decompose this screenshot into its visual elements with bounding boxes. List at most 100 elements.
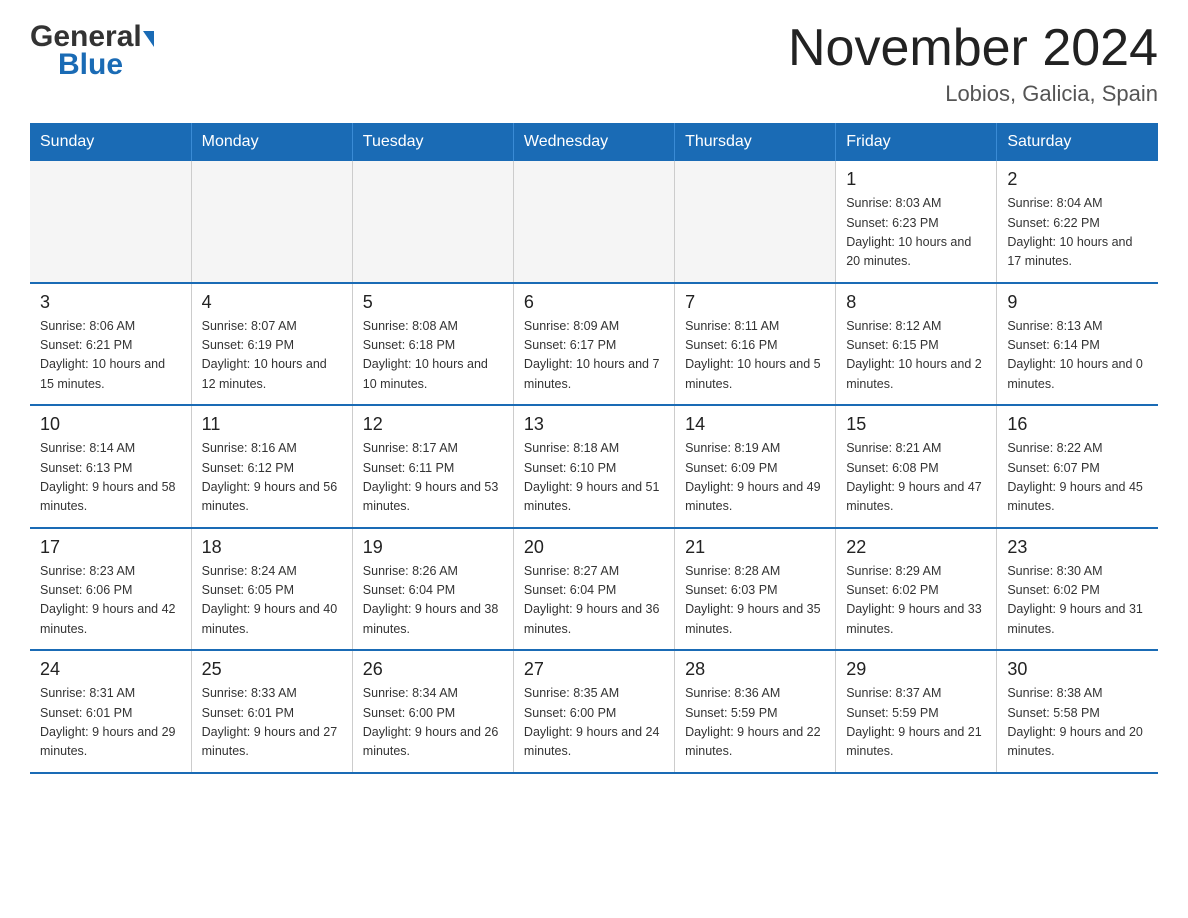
weekday-header-row: SundayMondayTuesdayWednesdayThursdayFrid… <box>30 123 1158 161</box>
logo: General Blue <box>30 20 154 82</box>
calendar-cell: 4 Sunrise: 8:07 AMSunset: 6:19 PMDaylight… <box>191 283 352 406</box>
day-number: 12 <box>363 414 503 435</box>
day-info: Sunrise: 8:07 AMSunset: 6:19 PMDaylight:… <box>202 317 342 395</box>
day-number: 28 <box>685 659 825 680</box>
day-number: 9 <box>1007 292 1148 313</box>
month-title: November 2024 <box>788 20 1158 77</box>
day-number: 8 <box>846 292 986 313</box>
day-number: 22 <box>846 537 986 558</box>
calendar-cell <box>675 161 836 283</box>
calendar-cell: 19Sunrise: 8:26 AMSunset: 6:04 PMDayligh… <box>352 528 513 651</box>
day-number: 27 <box>524 659 664 680</box>
calendar-cell: 16Sunrise: 8:22 AMSunset: 6:07 PMDayligh… <box>997 405 1158 528</box>
calendar-cell: 7 Sunrise: 8:11 AMSunset: 6:16 PMDaylight… <box>675 283 836 406</box>
day-info: Sunrise: 8:29 AMSunset: 6:02 PMDaylight:… <box>846 562 986 640</box>
calendar-cell: 23 Sunrise: 8:30 AMSunset: 6:02 PMDayligh… <box>997 528 1158 651</box>
weekday-header-saturday: Saturday <box>997 123 1158 161</box>
day-info: Sunrise: 8:13 AMSunset: 6:14 PMDaylight:… <box>1007 317 1148 395</box>
calendar-cell: 26 Sunrise: 8:34 AMSunset: 6:00 PMDayligh… <box>352 650 513 773</box>
calendar-cell: 27 Sunrise: 8:35 AMSunset: 6:00 PMDayligh… <box>513 650 674 773</box>
day-info: Sunrise: 8:11 AMSunset: 6:16 PMDaylight:… <box>685 317 825 395</box>
day-info: Sunrise: 8:12 AMSunset: 6:15 PMDaylight:… <box>846 317 986 395</box>
day-info: Sunrise: 8:04 AMSunset: 6:22 PMDaylight:… <box>1007 194 1148 272</box>
calendar-cell: 25 Sunrise: 8:33 AMSunset: 6:01 PMDayligh… <box>191 650 352 773</box>
logo-blue-text: Blue <box>30 48 123 82</box>
day-info: Sunrise: 8:33 AMSunset: 6:01 PMDaylight:… <box>202 684 342 762</box>
weekday-header-thursday: Thursday <box>675 123 836 161</box>
calendar-cell: 24 Sunrise: 8:31 AMSunset: 6:01 PMDayligh… <box>30 650 191 773</box>
day-number: 18 <box>202 537 342 558</box>
day-info: Sunrise: 8:37 AMSunset: 5:59 PMDaylight:… <box>846 684 986 762</box>
day-number: 19 <box>363 537 503 558</box>
day-number: 17 <box>40 537 181 558</box>
calendar-cell: 13 Sunrise: 8:18 AMSunset: 6:10 PMDayligh… <box>513 405 674 528</box>
location-subtitle: Lobios, Galicia, Spain <box>788 81 1158 107</box>
calendar-cell: 30 Sunrise: 8:38 AMSunset: 5:58 PMDayligh… <box>997 650 1158 773</box>
calendar-cell: 1Sunrise: 8:03 AMSunset: 6:23 PMDaylight… <box>836 161 997 283</box>
weekday-header-monday: Monday <box>191 123 352 161</box>
day-number: 29 <box>846 659 986 680</box>
day-info: Sunrise: 8:06 AMSunset: 6:21 PMDaylight:… <box>40 317 181 395</box>
day-info: Sunrise: 8:21 AMSunset: 6:08 PMDaylight:… <box>846 439 986 517</box>
day-info: Sunrise: 8:09 AMSunset: 6:17 PMDaylight:… <box>524 317 664 395</box>
day-number: 6 <box>524 292 664 313</box>
calendar-cell: 17Sunrise: 8:23 AMSunset: 6:06 PMDayligh… <box>30 528 191 651</box>
day-number: 24 <box>40 659 181 680</box>
calendar-week-5: 24 Sunrise: 8:31 AMSunset: 6:01 PMDayligh… <box>30 650 1158 773</box>
day-info: Sunrise: 8:18 AMSunset: 6:10 PMDaylight:… <box>524 439 664 517</box>
day-info: Sunrise: 8:19 AMSunset: 6:09 PMDaylight:… <box>685 439 825 517</box>
calendar-cell: 18 Sunrise: 8:24 AMSunset: 6:05 PMDayligh… <box>191 528 352 651</box>
calendar-week-3: 10Sunrise: 8:14 AMSunset: 6:13 PMDayligh… <box>30 405 1158 528</box>
weekday-header-tuesday: Tuesday <box>352 123 513 161</box>
day-number: 14 <box>685 414 825 435</box>
day-info: Sunrise: 8:24 AMSunset: 6:05 PMDaylight:… <box>202 562 342 640</box>
day-number: 20 <box>524 537 664 558</box>
calendar-week-4: 17Sunrise: 8:23 AMSunset: 6:06 PMDayligh… <box>30 528 1158 651</box>
day-number: 5 <box>363 292 503 313</box>
day-info: Sunrise: 8:17 AMSunset: 6:11 PMDaylight:… <box>363 439 503 517</box>
calendar-cell: 9 Sunrise: 8:13 AMSunset: 6:14 PMDaylight… <box>997 283 1158 406</box>
title-area: November 2024 Lobios, Galicia, Spain <box>788 20 1158 107</box>
calendar-cell: 20 Sunrise: 8:27 AMSunset: 6:04 PMDayligh… <box>513 528 674 651</box>
logo-triangle-icon <box>143 31 154 47</box>
calendar-cell <box>191 161 352 283</box>
day-number: 30 <box>1007 659 1148 680</box>
day-number: 26 <box>363 659 503 680</box>
day-info: Sunrise: 8:36 AMSunset: 5:59 PMDaylight:… <box>685 684 825 762</box>
day-number: 15 <box>846 414 986 435</box>
calendar-cell <box>30 161 191 283</box>
day-number: 4 <box>202 292 342 313</box>
weekday-header-friday: Friday <box>836 123 997 161</box>
day-number: 1 <box>846 169 986 190</box>
day-number: 3 <box>40 292 181 313</box>
calendar-week-2: 3 Sunrise: 8:06 AMSunset: 6:21 PMDaylight… <box>30 283 1158 406</box>
day-info: Sunrise: 8:22 AMSunset: 6:07 PMDaylight:… <box>1007 439 1148 517</box>
day-info: Sunrise: 8:30 AMSunset: 6:02 PMDaylight:… <box>1007 562 1148 640</box>
calendar-cell <box>352 161 513 283</box>
day-info: Sunrise: 8:34 AMSunset: 6:00 PMDaylight:… <box>363 684 503 762</box>
calendar-cell: 3 Sunrise: 8:06 AMSunset: 6:21 PMDaylight… <box>30 283 191 406</box>
calendar-cell: 29 Sunrise: 8:37 AMSunset: 5:59 PMDayligh… <box>836 650 997 773</box>
day-number: 23 <box>1007 537 1148 558</box>
day-number: 21 <box>685 537 825 558</box>
day-info: Sunrise: 8:28 AMSunset: 6:03 PMDaylight:… <box>685 562 825 640</box>
day-info: Sunrise: 8:38 AMSunset: 5:58 PMDaylight:… <box>1007 684 1148 762</box>
calendar-cell: 2 Sunrise: 8:04 AMSunset: 6:22 PMDaylight… <box>997 161 1158 283</box>
day-info: Sunrise: 8:35 AMSunset: 6:00 PMDaylight:… <box>524 684 664 762</box>
day-number: 7 <box>685 292 825 313</box>
calendar-cell: 8 Sunrise: 8:12 AMSunset: 6:15 PMDaylight… <box>836 283 997 406</box>
day-info: Sunrise: 8:08 AMSunset: 6:18 PMDaylight:… <box>363 317 503 395</box>
calendar-cell: 6 Sunrise: 8:09 AMSunset: 6:17 PMDaylight… <box>513 283 674 406</box>
calendar-cell <box>513 161 674 283</box>
day-info: Sunrise: 8:27 AMSunset: 6:04 PMDaylight:… <box>524 562 664 640</box>
calendar-cell: 10Sunrise: 8:14 AMSunset: 6:13 PMDayligh… <box>30 405 191 528</box>
day-number: 10 <box>40 414 181 435</box>
calendar-cell: 5 Sunrise: 8:08 AMSunset: 6:18 PMDaylight… <box>352 283 513 406</box>
calendar-week-1: 1Sunrise: 8:03 AMSunset: 6:23 PMDaylight… <box>30 161 1158 283</box>
page-header: General Blue November 2024 Lobios, Galic… <box>30 20 1158 107</box>
day-number: 25 <box>202 659 342 680</box>
day-info: Sunrise: 8:16 AMSunset: 6:12 PMDaylight:… <box>202 439 342 517</box>
day-number: 2 <box>1007 169 1148 190</box>
day-number: 13 <box>524 414 664 435</box>
day-info: Sunrise: 8:31 AMSunset: 6:01 PMDaylight:… <box>40 684 181 762</box>
